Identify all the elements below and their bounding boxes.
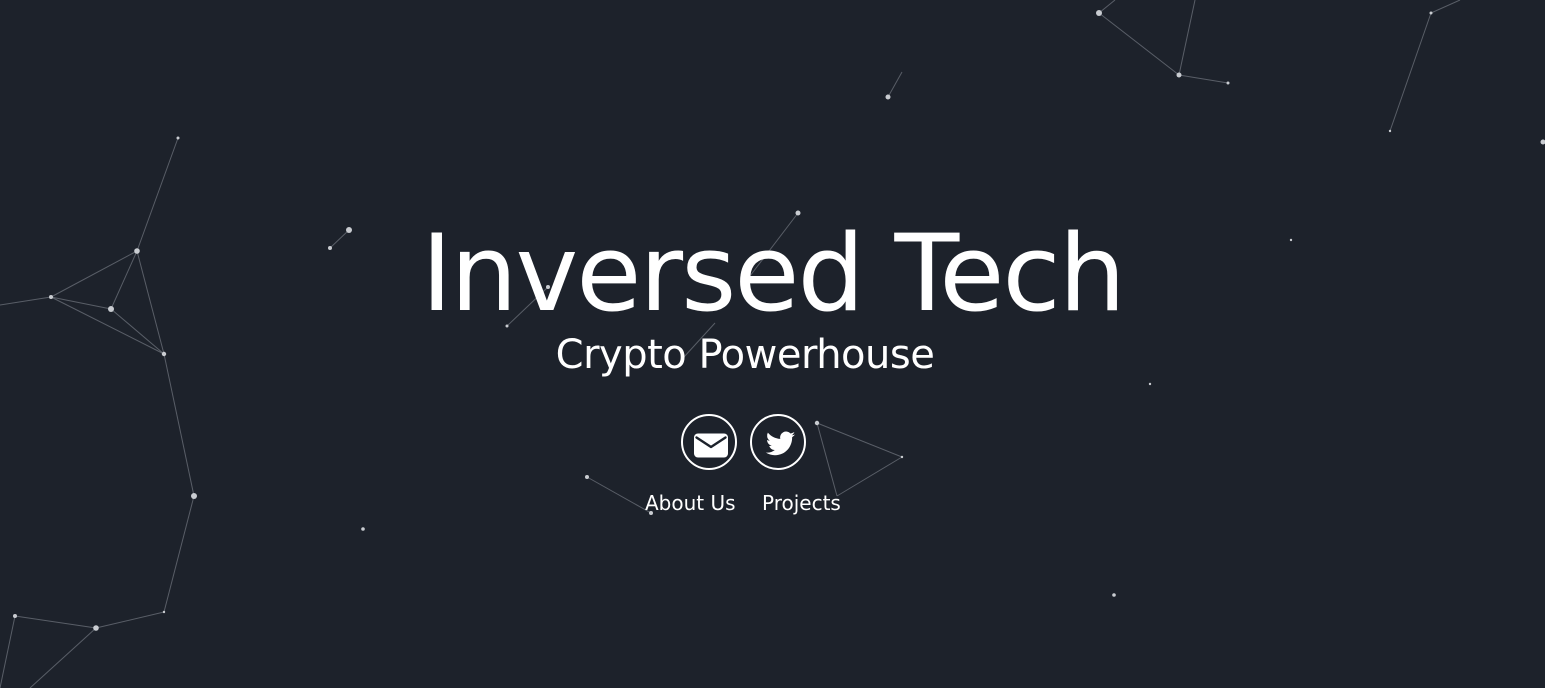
page: Inversed Tech Crypto Powerhouse About Us… <box>0 0 1545 688</box>
site-title: Inversed Tech <box>421 212 1126 335</box>
tagline: Crypto Powerhouse <box>555 332 935 378</box>
hero-section: Inversed Tech Crypto Powerhouse About Us… <box>0 0 1545 688</box>
twitter-link[interactable] <box>750 414 806 470</box>
envelope-icon <box>694 433 728 458</box>
about-us-link[interactable]: About Us <box>645 490 741 516</box>
projects-link[interactable]: Projects <box>762 490 848 516</box>
email-link[interactable] <box>681 414 737 470</box>
twitter-bird-icon <box>765 431 796 456</box>
